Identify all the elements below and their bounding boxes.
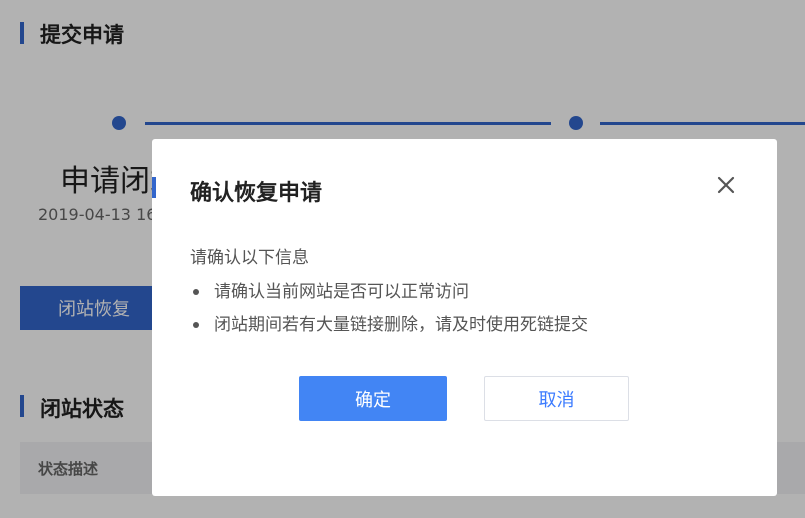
confirm-button[interactable]: 确定 <box>299 376 447 421</box>
modal-title-accent-bar <box>152 177 156 198</box>
close-icon <box>717 176 735 194</box>
confirm-restore-dialog: 确认恢复申请 请确认以下信息 请确认当前网站是否可以正常访问 闭站期间若有大量链… <box>152 139 777 496</box>
modal-info-list: 请确认当前网站是否可以正常访问 闭站期间若有大量链接删除，请及时使用死链提交 <box>190 277 588 343</box>
list-item: 闭站期间若有大量链接删除，请及时使用死链提交 <box>190 310 588 343</box>
cancel-button[interactable]: 取消 <box>484 376 629 421</box>
modal-title: 确认恢复申请 <box>190 181 323 206</box>
close-button[interactable] <box>710 169 742 201</box>
list-item: 请确认当前网站是否可以正常访问 <box>190 277 588 310</box>
modal-intro: 请确认以下信息 <box>190 248 309 268</box>
